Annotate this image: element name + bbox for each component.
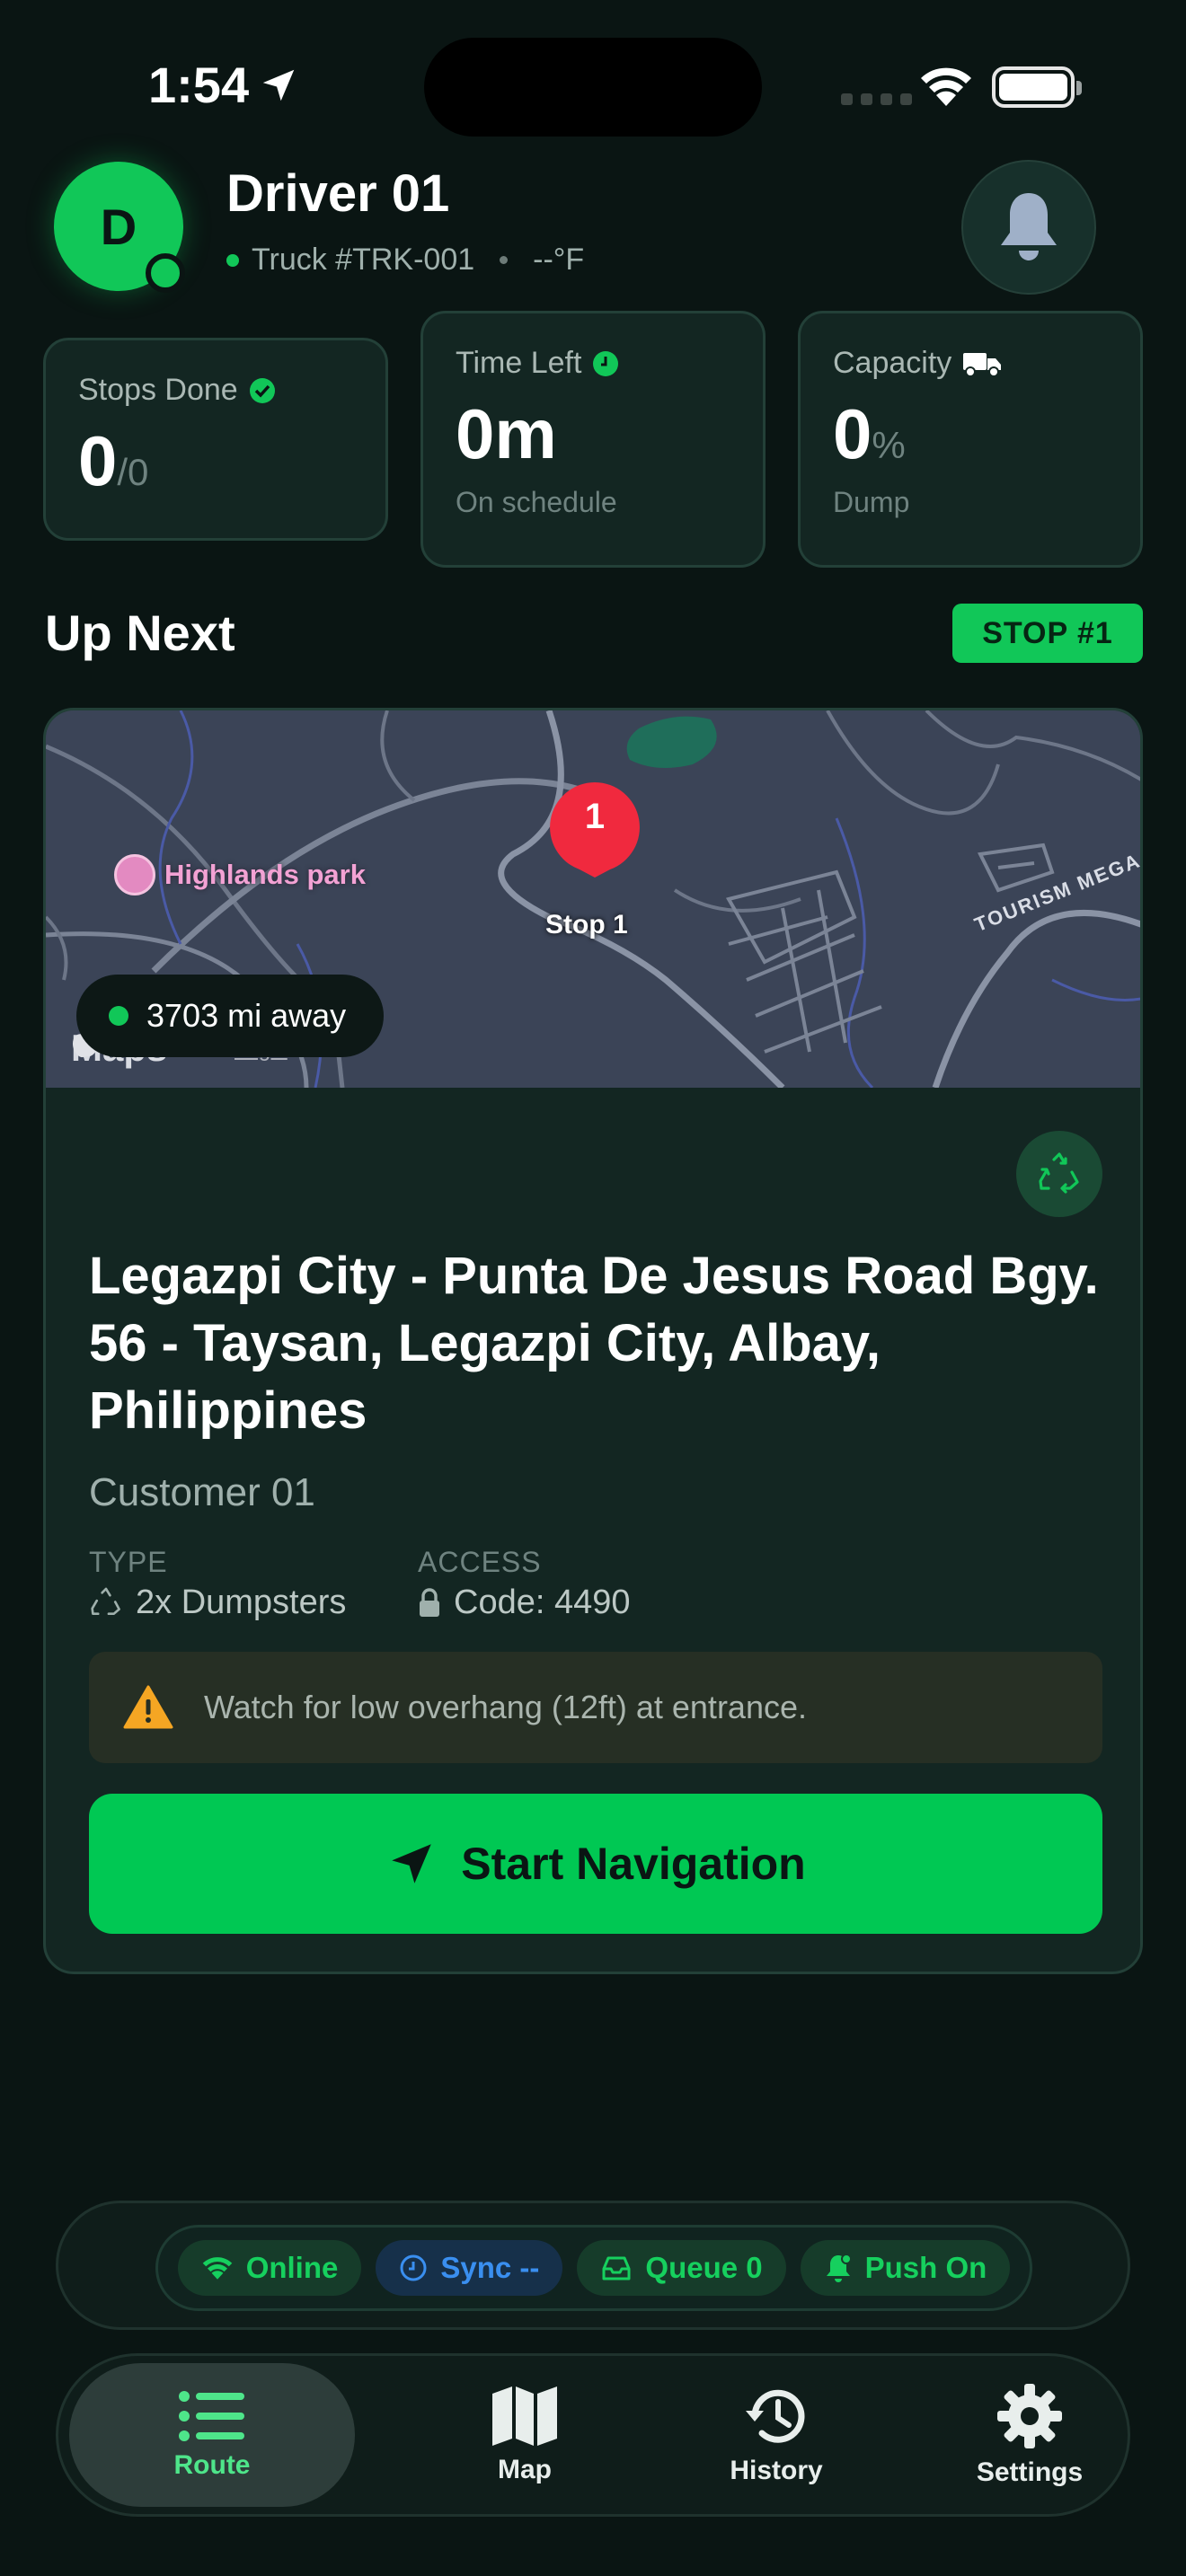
time-left-card: Time Left 0m On schedule (420, 311, 766, 568)
customer-name: Customer 01 (89, 1470, 315, 1514)
truck-icon (963, 352, 1002, 377)
clock-icon (593, 350, 619, 376)
route-screen: 1:54 D Driver 01 Truck #TRK-001 --°F Sto… (0, 0, 1186, 2576)
capacity-label-row: Capacity (833, 346, 1108, 381)
queue-label: Queue 0 (645, 2251, 763, 2284)
tab-map-label: Map (498, 2455, 552, 2484)
park-icon (114, 854, 155, 895)
history-icon (746, 2389, 805, 2443)
stops-done-value-row: 0/0 (78, 420, 353, 502)
bottom-tab-bar: Route Map History Settings (56, 2353, 1130, 2517)
status-time: 1:54 (148, 56, 299, 114)
time-left-status: On schedule (456, 486, 617, 518)
tab-route-label: Route (173, 2450, 251, 2480)
capacity-sub: Dump (833, 486, 910, 518)
tab-settings[interactable]: Settings (887, 2363, 1173, 2507)
push-label: Push On (864, 2251, 987, 2284)
capacity-label: Capacity (833, 346, 952, 380)
sync-label: Sync -- (440, 2251, 540, 2284)
tab-history-label: History (730, 2456, 823, 2485)
sync-pill[interactable]: Sync -- (376, 2240, 563, 2296)
bell-badge-icon (826, 2254, 852, 2282)
queue-pill[interactable]: Queue 0 (577, 2240, 786, 2296)
stop-map[interactable]: Highlands park TOURISM MEGA-H 1 Stop 1 M… (46, 710, 1140, 1088)
next-stop-card: Highlands park TOURISM MEGA-H 1 Stop 1 M… (43, 708, 1143, 1974)
clock-text: 1:54 (148, 57, 250, 113)
notifications-button[interactable] (961, 160, 1096, 295)
stops-done-card: Stops Done 0/0 (43, 338, 388, 541)
stop-pin-label: Stop 1 (545, 910, 628, 940)
access-value-row: Code: 4490 (418, 1584, 631, 1622)
online-pill[interactable]: Online (177, 2240, 362, 2296)
push-pill[interactable]: Push On (800, 2240, 1011, 2296)
temperature: --°F (533, 243, 585, 277)
navigation-arrow-icon (392, 1844, 432, 1883)
battery-icon (992, 66, 1082, 108)
time-left-label: Time Left (456, 346, 582, 380)
tab-map[interactable]: Map (382, 2363, 668, 2507)
check-circle-icon (249, 377, 275, 403)
up-next-heading: Up Next (45, 604, 235, 661)
stop-number-badge: STOP #1 (952, 604, 1143, 663)
online-label: Online (245, 2251, 339, 2284)
truck-status-dot (226, 253, 239, 267)
stops-done-label: Stops Done (78, 373, 238, 407)
park-label: Highlands park (164, 859, 366, 890)
connection-status-bar: Online Sync -- Queue 0 Push On (56, 2201, 1130, 2330)
gear-icon (997, 2384, 1062, 2448)
status-bar: 1:54 (0, 0, 1186, 137)
recycle-small-icon (91, 1587, 120, 1615)
stop-pin[interactable]: 1 (545, 781, 644, 879)
stop-warning: Watch for low overhang (12ft) at entranc… (89, 1652, 1102, 1763)
access-value: Code: 4490 (454, 1584, 631, 1621)
time-left-value: 0m (456, 394, 557, 473)
map-icon (492, 2386, 557, 2446)
type-label: TYPE (89, 1546, 168, 1578)
capacity-card: Capacity 0% Dump (798, 311, 1143, 568)
wifi-icon (921, 67, 971, 106)
start-navigation-label: Start Navigation (461, 1839, 806, 1889)
stops-done-total: /0 (117, 451, 149, 493)
wifi-small-icon (202, 2257, 232, 2280)
list-icon (179, 2391, 244, 2441)
dynamic-island (424, 38, 762, 137)
stops-done-label-row: Stops Done (78, 373, 353, 408)
truck-id: Truck #TRK-001 (252, 243, 475, 277)
time-left-label-row: Time Left (456, 346, 730, 381)
stop-address: Legazpi City - Punta De Jesus Road Bgy. … (89, 1247, 1099, 1440)
avatar[interactable]: D (54, 162, 185, 293)
online-indicator (146, 253, 185, 293)
recycle-button[interactable] (1016, 1131, 1102, 1217)
lock-icon (420, 1587, 439, 1617)
capacity-unit: % (872, 424, 906, 466)
stops-done-value: 0 (78, 421, 118, 500)
separator-dot (500, 256, 509, 264)
capacity-value: 0 (833, 394, 872, 473)
recycle-icon (1039, 1152, 1079, 1194)
access-label: ACCESS (418, 1546, 542, 1578)
avatar-initial: D (100, 198, 137, 255)
warning-icon (123, 1685, 173, 1729)
cellular-signal-icon (841, 93, 912, 105)
bell-icon (1001, 193, 1057, 260)
tab-history[interactable]: History (633, 2363, 919, 2507)
start-navigation-button[interactable]: Start Navigation (89, 1794, 1102, 1934)
distance-pill: 3703 mi away (76, 975, 385, 1057)
clock-outline-icon (400, 2254, 427, 2281)
distance-text: 3703 mi away (146, 997, 347, 1034)
capacity-value-row: 0% (833, 393, 1108, 475)
tab-settings-label: Settings (976, 2457, 1084, 2487)
inbox-tray-icon (602, 2256, 631, 2280)
type-value-row: 2x Dumpsters (89, 1584, 346, 1622)
driver-name: Driver 01 (226, 164, 450, 223)
warning-text: Watch for low overhang (12ft) at entranc… (204, 1689, 807, 1725)
connection-pill-group: Online Sync -- Queue 0 Push On (155, 2225, 1032, 2311)
tab-route[interactable]: Route (69, 2363, 355, 2507)
type-value: 2x Dumpsters (136, 1584, 347, 1621)
map-poi-park[interactable]: Highlands park (114, 854, 366, 895)
driver-subtitle: Truck #TRK-001 --°F (226, 243, 584, 278)
distance-dot (109, 1006, 128, 1026)
location-arrow-icon (262, 69, 295, 101)
stop-pin-number: 1 (584, 797, 606, 836)
